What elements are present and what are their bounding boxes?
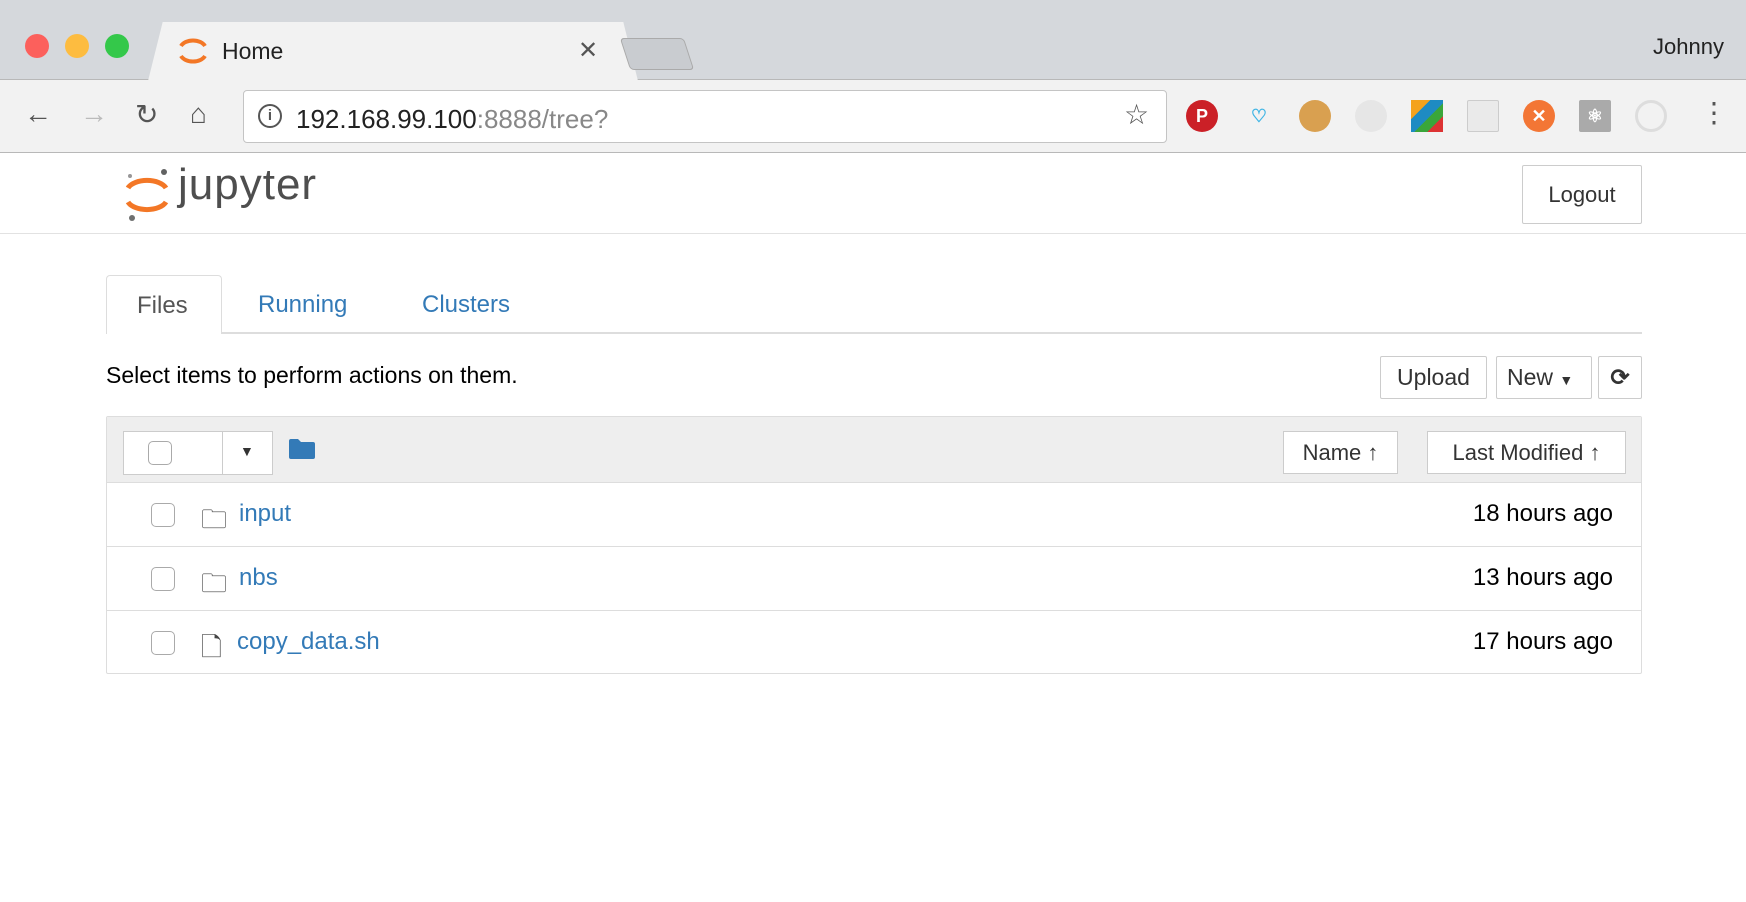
- sort-by-modified-button[interactable]: Last Modified ↑: [1427, 431, 1626, 474]
- item-checkbox[interactable]: [151, 631, 175, 655]
- new-tab-button[interactable]: [619, 38, 695, 70]
- divider: [222, 432, 223, 474]
- json-viewer-icon[interactable]: [1355, 100, 1387, 132]
- upload-button[interactable]: Upload: [1380, 356, 1487, 399]
- shopping-heart-icon[interactable]: ♡: [1243, 100, 1275, 132]
- select-all-dropdown[interactable]: ▼: [123, 431, 273, 475]
- home-icon[interactable]: ⌂: [190, 98, 207, 130]
- bookmark-star-icon[interactable]: ☆: [1124, 98, 1149, 131]
- sort-by-name-button[interactable]: Name ↑: [1283, 431, 1398, 474]
- minimize-window-button[interactable]: [65, 34, 89, 58]
- caret-down-icon: ▼: [1559, 372, 1574, 388]
- cookie-icon[interactable]: [1299, 100, 1331, 132]
- maximize-window-button[interactable]: [105, 34, 129, 58]
- tab-close-icon[interactable]: ✕: [578, 36, 598, 65]
- close-window-button[interactable]: [25, 34, 49, 58]
- list-item[interactable]: 🗀 input 18 hours ago: [107, 483, 1641, 547]
- folder-icon[interactable]: [289, 439, 315, 459]
- item-modified: 13 hours ago: [1472, 564, 1613, 591]
- url-text[interactable]: 192.168.99.100:8888/tree?: [296, 104, 608, 135]
- folder-outline-icon: 🗀: [201, 504, 228, 534]
- info-icon[interactable]: i: [258, 104, 282, 128]
- menu-icon[interactable]: ⋮: [1700, 96, 1728, 129]
- file-list-header: ▼ Name ↑ Last Modified ↑: [107, 417, 1641, 483]
- back-icon[interactable]: ←: [24, 98, 52, 130]
- list-item[interactable]: 🗋 copy_data.sh 17 hours ago: [107, 611, 1641, 675]
- url-host: 192.168.99.100: [296, 104, 477, 134]
- sort-name-label: Name: [1302, 440, 1362, 465]
- new-label: New: [1507, 364, 1554, 390]
- item-link[interactable]: input: [239, 500, 291, 528]
- new-dropdown-button[interactable]: New ▼: [1496, 356, 1592, 399]
- arrow-up-icon: ↑: [1367, 440, 1379, 465]
- ionic-icon[interactable]: [1635, 100, 1667, 132]
- react-devtools-icon[interactable]: ⚛: [1579, 100, 1611, 132]
- item-modified: 18 hours ago: [1472, 500, 1613, 527]
- item-link[interactable]: copy_data.sh: [237, 628, 380, 656]
- jupyter-logo-text[interactable]: jupyter: [178, 160, 317, 210]
- avg-icon[interactable]: [1411, 100, 1443, 132]
- item-modified: 17 hours ago: [1472, 628, 1613, 655]
- refresh-icon: ⟳: [1610, 364, 1630, 390]
- file-list: ▼ Name ↑ Last Modified ↑ 🗀 input 18 hour…: [106, 416, 1642, 674]
- url-path: :8888/tree?: [476, 104, 609, 134]
- tab-running[interactable]: Running: [228, 275, 377, 334]
- item-link[interactable]: nbs: [239, 564, 278, 592]
- jupyter-favicon-icon: [179, 38, 207, 64]
- sort-modified-label: Last Modified: [1452, 440, 1584, 465]
- item-checkbox[interactable]: [151, 567, 175, 591]
- jupyter-logo-icon: [125, 169, 169, 221]
- select-all-checkbox[interactable]: [148, 441, 172, 465]
- arrow-up-icon: ↑: [1589, 440, 1601, 465]
- logout-button[interactable]: Logout: [1522, 165, 1642, 224]
- tab-clusters[interactable]: Clusters: [392, 275, 540, 334]
- pinterest-icon[interactable]: P: [1186, 100, 1218, 132]
- caret-down-icon[interactable]: ▼: [240, 443, 254, 459]
- discover-devtools-icon[interactable]: [1467, 100, 1499, 132]
- list-item[interactable]: 🗀 nbs 13 hours ago: [107, 547, 1641, 611]
- postman-icon[interactable]: ✕: [1523, 100, 1555, 132]
- profile-name[interactable]: Johnny: [1653, 34, 1724, 60]
- forward-icon[interactable]: →: [80, 98, 108, 130]
- folder-outline-icon: 🗀: [201, 568, 228, 598]
- refresh-button[interactable]: ⟳: [1598, 356, 1642, 399]
- tab-title: Home: [222, 38, 284, 64]
- file-icon: 🗋: [201, 632, 222, 662]
- tab-files[interactable]: Files: [106, 275, 222, 334]
- instructions-text: Select items to perform actions on them.: [106, 362, 518, 388]
- item-checkbox[interactable]: [151, 503, 175, 527]
- reload-icon[interactable]: ↻: [135, 98, 158, 131]
